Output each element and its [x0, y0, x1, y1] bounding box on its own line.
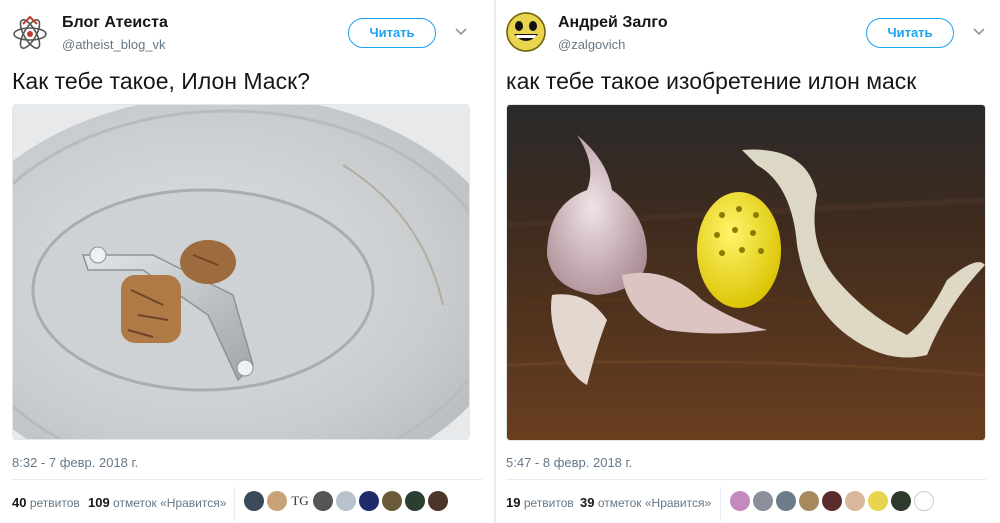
author-avatar[interactable]: [10, 12, 50, 52]
likes-count: 109: [88, 495, 110, 510]
author-avatar[interactable]: [506, 12, 546, 52]
chevron-down-icon[interactable]: [972, 25, 986, 39]
likes-label: отметок «Нравится»: [597, 496, 712, 510]
tweet-card-1: Блог Атеиста @atheist_blog_vk Читать Как…: [0, 0, 494, 523]
liker-avatar[interactable]: [405, 491, 425, 511]
stats-separator: [720, 487, 721, 521]
liker-avatar[interactable]: [914, 491, 934, 511]
liker-avatar[interactable]: [753, 491, 773, 511]
liker-avatar[interactable]: [799, 491, 819, 511]
liker-avatar[interactable]: [359, 491, 379, 511]
retweets-count: 19: [506, 495, 521, 510]
smiley-face-avatar-icon: [506, 12, 546, 52]
liker-avatar[interactable]: TG: [290, 491, 310, 511]
tweet-timestamp[interactable]: 5:47 - 8 февр. 2018 г.: [506, 455, 632, 470]
pot-lid-cork-photo: [13, 105, 469, 439]
likers-avatars: [730, 491, 934, 511]
liker-avatar[interactable]: [822, 491, 842, 511]
follow-button[interactable]: Читать: [348, 18, 436, 48]
liker-avatar[interactable]: [776, 491, 796, 511]
divider: [12, 479, 482, 480]
tweet-card-2: Андрей Залго @zalgovich Читать как тебе …: [496, 0, 990, 523]
tweet-timestamp[interactable]: 8:32 - 7 февр. 2018 г.: [12, 455, 138, 470]
garlic-and-yellow-capsule-photo: [507, 105, 985, 440]
author-name[interactable]: Блог Атеиста: [62, 14, 168, 32]
liker-avatar[interactable]: [336, 491, 356, 511]
liker-avatar[interactable]: [428, 491, 448, 511]
tweet-photo[interactable]: [12, 104, 470, 440]
stats-separator: [234, 487, 235, 521]
tweet-text: Как тебе такое, Илон Маск?: [12, 68, 310, 94]
liker-avatar[interactable]: [891, 491, 911, 511]
retweets-label: ретвитов: [523, 496, 574, 510]
retweets-stat[interactable]: 19 ретвитов: [506, 495, 574, 510]
liker-avatar[interactable]: [845, 491, 865, 511]
chevron-down-icon[interactable]: [454, 25, 468, 39]
liker-avatar[interactable]: [244, 491, 264, 511]
retweets-count: 40: [12, 495, 27, 510]
likes-count: 39: [580, 495, 595, 510]
liker-avatar[interactable]: [382, 491, 402, 511]
atheist-atom-logo-icon: [10, 12, 50, 52]
likers-avatars: TG: [244, 491, 448, 511]
author-handle[interactable]: @zalgovich: [558, 37, 625, 52]
liker-avatar[interactable]: [313, 491, 333, 511]
likes-label: отметок «Нравится»: [113, 496, 227, 510]
divider: [506, 479, 986, 480]
author-handle[interactable]: @atheist_blog_vk: [62, 37, 166, 52]
retweets-label: ретвитов: [29, 496, 80, 510]
follow-button[interactable]: Читать: [866, 18, 954, 48]
likes-stat[interactable]: 109 отметок «Нравится»: [88, 495, 226, 510]
tweet-photo[interactable]: [506, 104, 986, 441]
liker-avatar[interactable]: [267, 491, 287, 511]
liker-avatar[interactable]: [868, 491, 888, 511]
author-name[interactable]: Андрей Залго: [558, 14, 668, 32]
liker-avatar[interactable]: [730, 491, 750, 511]
likes-stat[interactable]: 39 отметок «Нравится»: [580, 495, 711, 510]
tweet-text: как тебе такое изобретение илон маск: [506, 68, 917, 94]
retweets-stat[interactable]: 40 ретвитов: [12, 495, 80, 510]
